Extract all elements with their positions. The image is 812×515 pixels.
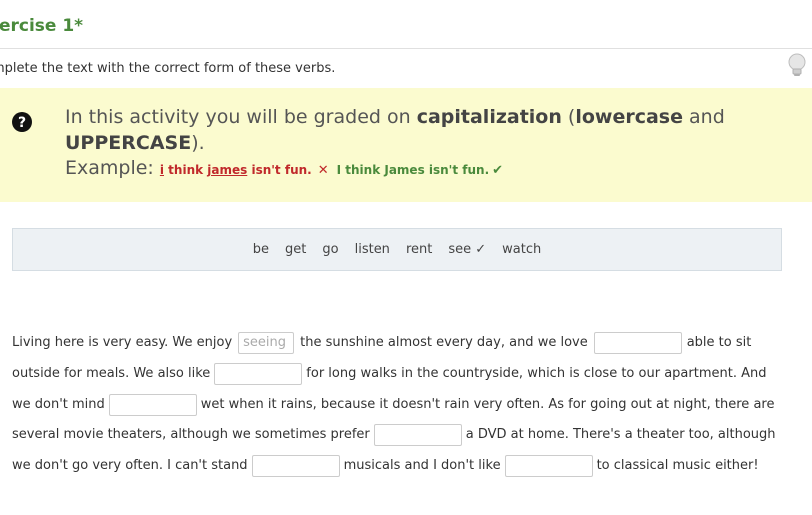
- divider: [0, 48, 812, 49]
- word-bank-item: listen: [354, 242, 390, 257]
- passage-line: we don't go very often. I can't stand mus…: [12, 453, 759, 479]
- check-icon: ✔: [492, 163, 504, 178]
- word-bank-item: be: [252, 242, 270, 257]
- passage-line: outside for meals. We also like for long …: [12, 361, 766, 387]
- passage-line: Living here is very easy. We enjoythe su…: [12, 330, 751, 356]
- answer-input-2[interactable]: [593, 331, 682, 354]
- word-bank-item: get: [285, 242, 307, 257]
- word-bank-item-used: see ✓: [448, 242, 487, 257]
- cross-icon: ✕: [317, 163, 329, 178]
- word-bank-item: watch: [502, 242, 542, 257]
- exercise-instruction: mplete the text with the correct form of…: [0, 61, 336, 76]
- answer-input-4[interactable]: [108, 393, 197, 416]
- notice-text-cont: UPPERCASE).: [65, 132, 205, 154]
- word-bank-item: rent: [405, 242, 433, 257]
- notice-text: In this activity you will be graded on c…: [65, 106, 725, 128]
- answer-input-5[interactable]: [373, 423, 462, 446]
- lightbulb-icon[interactable]: [786, 52, 808, 78]
- answer-input-3[interactable]: [214, 362, 303, 385]
- passage-line: we don't mind wet when it rains, because …: [12, 392, 774, 418]
- notice-example: Example: i think james isn't fun. ✕ I thin…: [65, 157, 504, 179]
- passage-line: several movie theaters, although we some…: [12, 422, 776, 448]
- answer-input-7[interactable]: [504, 454, 593, 477]
- answer-input-1[interactable]: [238, 331, 295, 354]
- exercise-title: xercise 1*: [0, 16, 84, 36]
- svg-text:?: ?: [18, 115, 26, 131]
- question-circle-icon: ?: [12, 112, 32, 136]
- word-bank-item: go: [322, 242, 339, 257]
- wrong-example: i think james isn't fun.: [159, 163, 312, 177]
- word-bank: be get go listen rent see ✓ watch: [12, 228, 782, 271]
- correct-example: I think James isn't fun.: [336, 163, 490, 177]
- answer-input-6[interactable]: [251, 454, 340, 477]
